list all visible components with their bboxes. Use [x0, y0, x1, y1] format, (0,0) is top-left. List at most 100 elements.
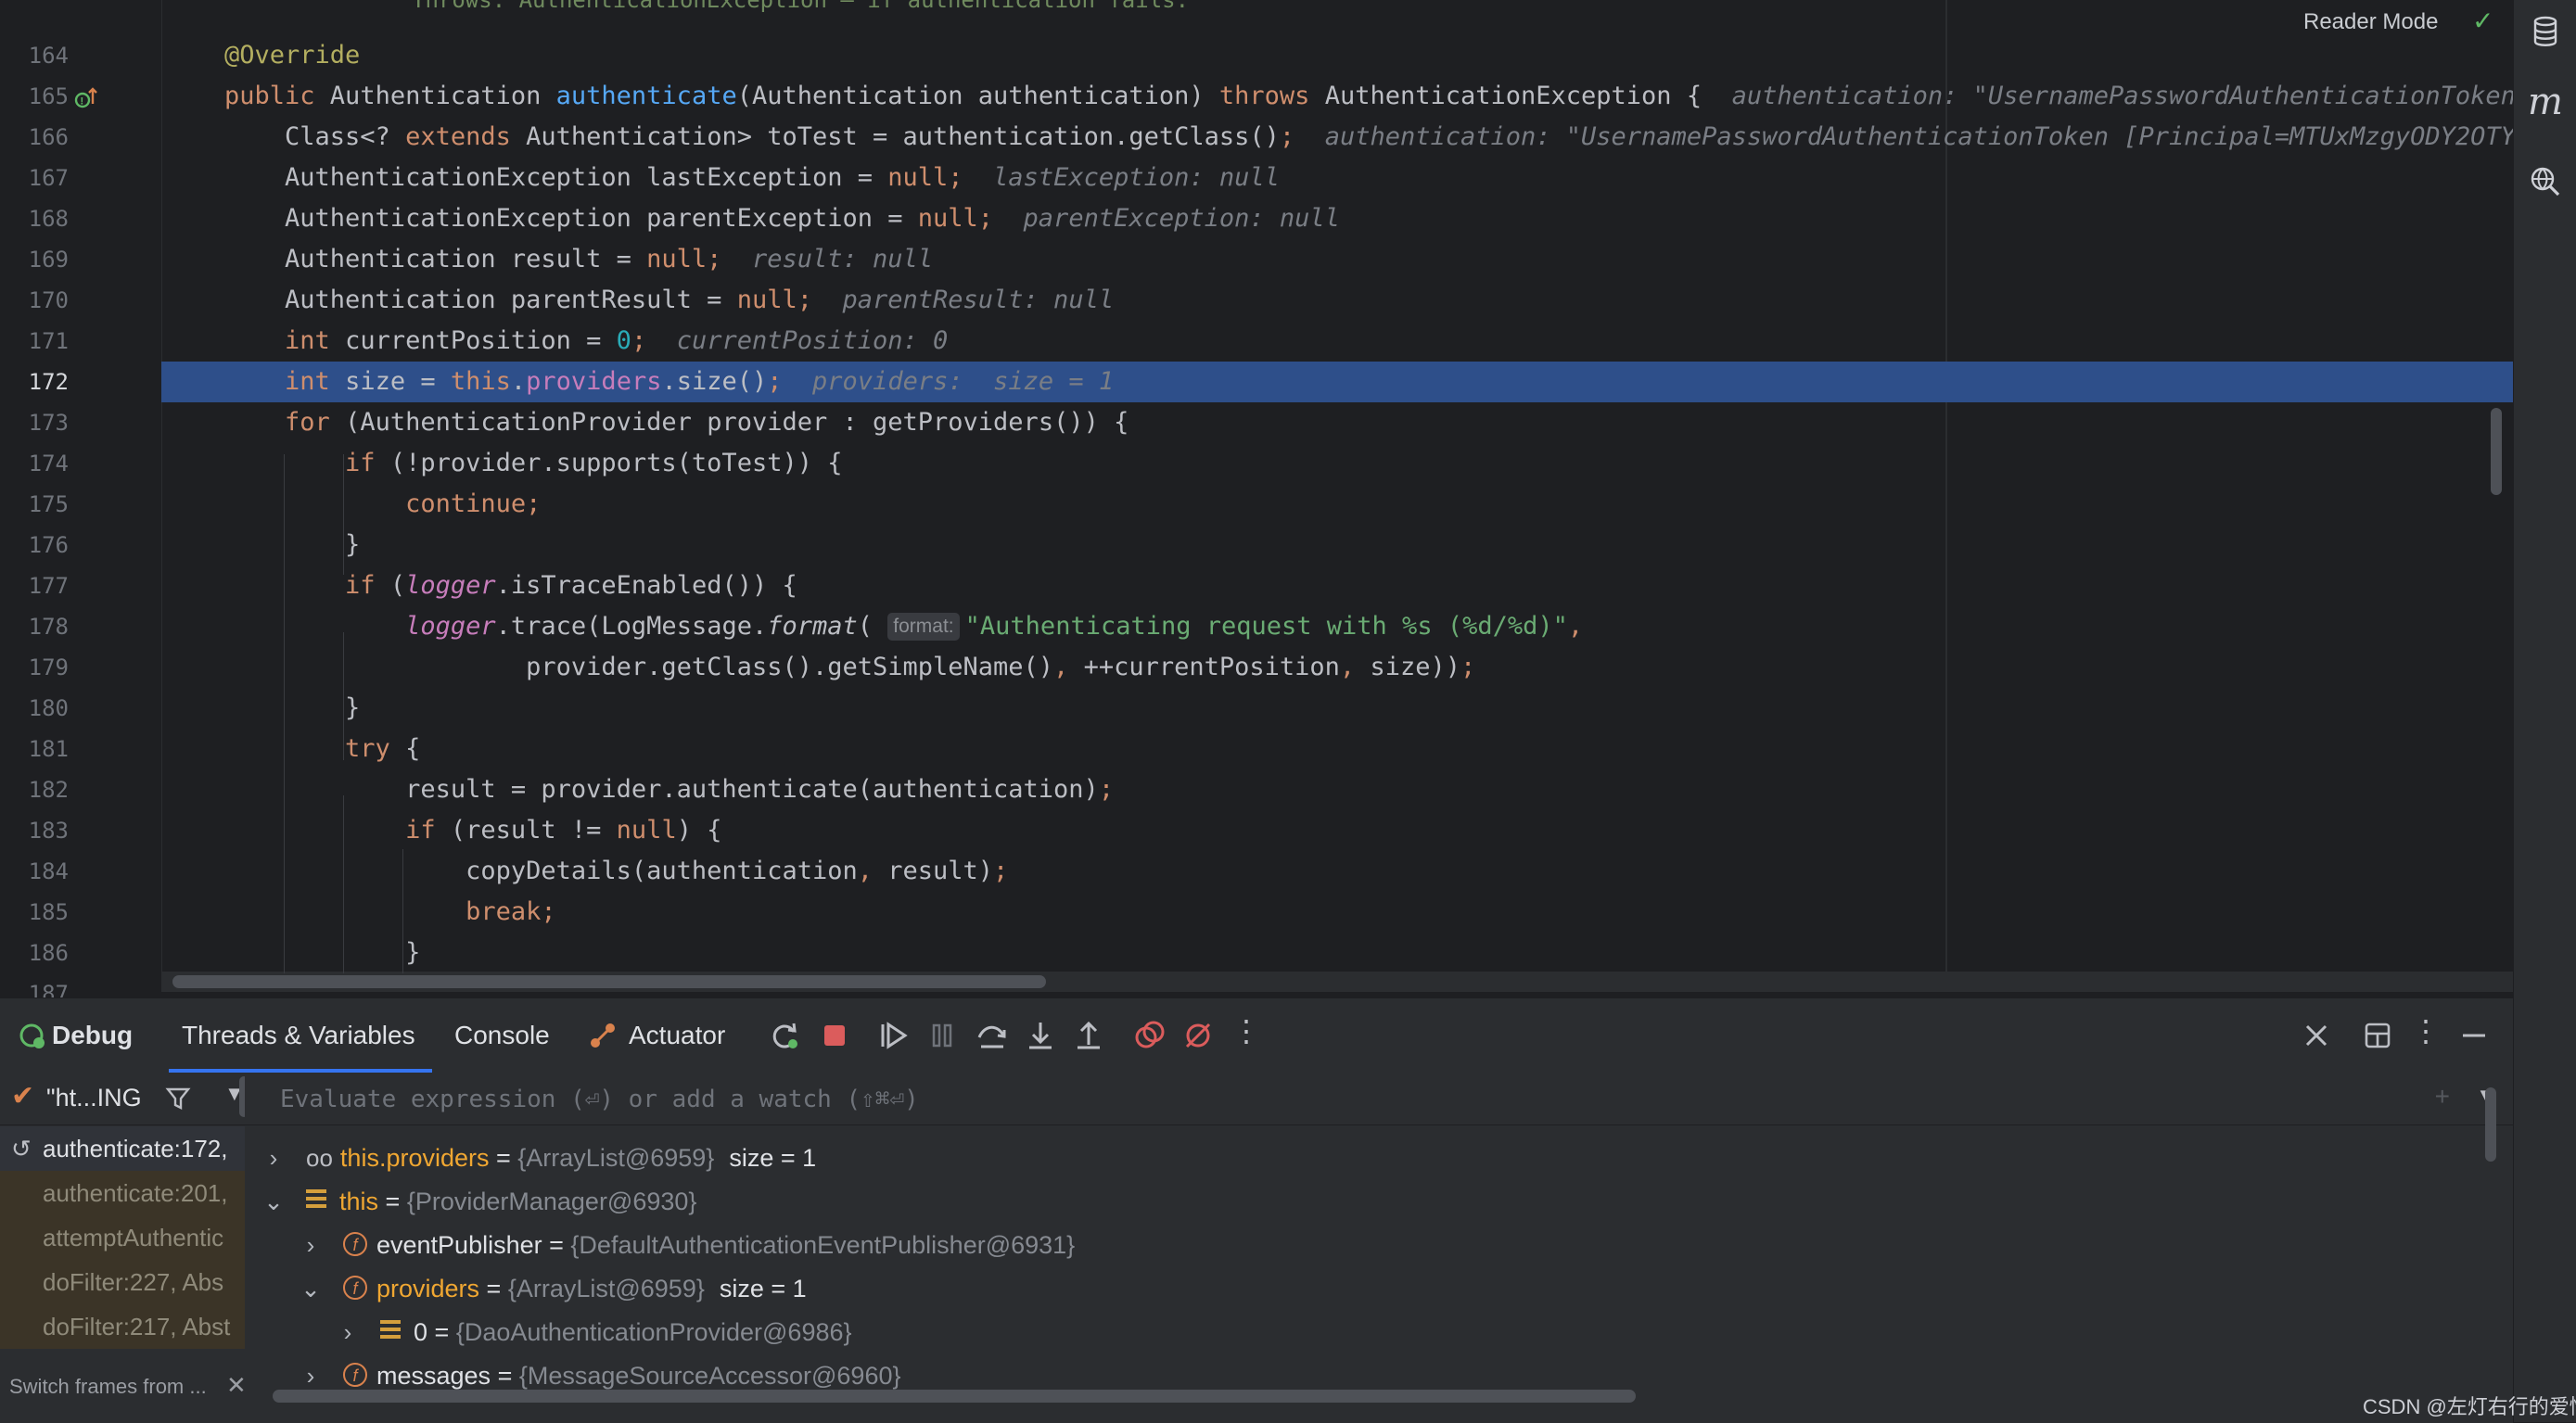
line-number[interactable]: 171 — [0, 321, 69, 362]
line-gutter[interactable]: 164 165 166 167 168 169 170 171 172 173 174 175 176 1… — [0, 0, 162, 997]
debug-bug-icon — [19, 1023, 45, 1048]
collapse-chevron-icon[interactable]: ⌄ — [260, 1179, 287, 1224]
line-number[interactable]: 180 — [0, 688, 69, 729]
line-number[interactable]: 179 — [0, 647, 69, 688]
stack-frame[interactable]: ↺ authenticate:172, — [0, 1126, 245, 1171]
code-line[interactable]: Authentication result = null; result: nu… — [161, 239, 2513, 280]
code-line[interactable]: result = provider.authenticate(authentic… — [161, 769, 2513, 810]
code-line[interactable]: provider.getClass().getSimpleName(), ++c… — [161, 647, 2513, 688]
variable-row[interactable]: ⌄ this = {ProviderManager@6930} — [245, 1179, 2476, 1224]
code-line[interactable]: AuthenticationException lastException = … — [161, 158, 2513, 198]
panel-options-icon[interactable]: ⋮ — [2409, 1013, 2442, 1048]
code-line[interactable]: continue; — [161, 484, 2513, 525]
code-line[interactable]: break; — [161, 892, 2513, 933]
line-number[interactable]: 184 — [0, 851, 69, 892]
code-line[interactable]: copyDetails(authentication, result); — [161, 851, 2513, 892]
variable-row[interactable]: › oo this.providers = {ArrayList@6959} size… — [245, 1136, 2476, 1180]
evaluate-expression-input[interactable] — [278, 1080, 2322, 1119]
mute-breakpoints-icon[interactable] — [1181, 1019, 1215, 1052]
expand-chevron-icon[interactable]: › — [334, 1310, 362, 1354]
filter-icon[interactable] — [165, 1086, 191, 1112]
line-number[interactable]: 164 — [0, 35, 69, 76]
line-number[interactable]: 183 — [0, 810, 69, 851]
minimize-icon[interactable] — [2457, 1019, 2491, 1052]
line-number[interactable]: 182 — [0, 769, 69, 810]
code-area[interactable]: Throws: AuthenticationException – if aut… — [161, 0, 2513, 983]
expand-chevron-icon[interactable]: › — [297, 1223, 325, 1267]
code-line[interactable]: if (!provider.supports(toTest)) { — [161, 443, 2513, 484]
stack-frame[interactable]: attemptAuthentic — [0, 1215, 245, 1260]
code-line[interactable]: } — [161, 525, 2513, 565]
code-line[interactable]: public Authentication authenticate(Authe… — [161, 76, 2513, 117]
variable-row[interactable]: › f eventPublisher = {DefaultAuthenticatio… — [245, 1223, 2476, 1267]
equals-sign: = — [489, 1144, 518, 1172]
code-line[interactable]: logger.trace(LogMessage.format( format: "… — [161, 606, 2513, 647]
code-line[interactable]: } — [161, 688, 2513, 729]
expand-chevron-icon[interactable]: › — [260, 1136, 287, 1180]
variables-horizontal-scrollbar[interactable] — [273, 1390, 1636, 1403]
line-number[interactable]: 174 — [0, 443, 69, 484]
variable-row[interactable]: ⌄ f providers = {ArrayList@6959} size = 1 — [245, 1266, 2476, 1311]
code-line[interactable]: Class<? extends Authentication> toTest =… — [161, 117, 2513, 158]
more-options-icon[interactable]: ⋮ — [1230, 1013, 1263, 1048]
resume-icon[interactable] — [877, 1019, 911, 1052]
view-breakpoints-icon[interactable] — [1133, 1019, 1167, 1052]
line-number[interactable]: 169 — [0, 239, 69, 280]
add-watch-icon[interactable]: + — [2435, 1082, 2450, 1112]
line-number[interactable]: 177 — [0, 565, 69, 606]
step-out-icon[interactable] — [1072, 1019, 1105, 1052]
stack-frame[interactable]: doFilter:227, Abs — [0, 1260, 245, 1304]
close-hint-icon[interactable]: ✕ — [226, 1371, 247, 1400]
web-search-icon[interactable] — [2527, 163, 2564, 200]
code-line[interactable] — [161, 973, 2513, 997]
variable-row[interactable]: › 0 = {DaoAuthenticationProvider@6986} — [245, 1310, 2476, 1354]
close-icon[interactable] — [2300, 1019, 2333, 1052]
line-number[interactable]: 175 — [0, 484, 69, 525]
code-line[interactable]: Authentication parentResult = null; pare… — [161, 280, 2513, 321]
code-line[interactable]: AuthenticationException parentException … — [161, 198, 2513, 239]
rerun-icon[interactable] — [768, 1019, 801, 1052]
line-number[interactable]: 166 — [0, 117, 69, 158]
override-method-icon[interactable]: ! — [74, 87, 98, 111]
stack-frame[interactable]: doFilter:217, Abst — [0, 1304, 245, 1349]
tab-threads-variables[interactable]: Threads & Variables — [182, 998, 415, 1073]
code-line[interactable]: for (AuthenticationProvider provider : g… — [161, 402, 2513, 443]
code-line[interactable]: @Override — [161, 35, 2513, 76]
line-number[interactable]: 170 — [0, 280, 69, 321]
line-number[interactable]: 165 — [0, 76, 69, 117]
code-line[interactable]: if (logger.isTraceEnabled()) { — [161, 565, 2513, 606]
maven-icon[interactable]: m — [2527, 83, 2564, 121]
code-editor[interactable]: 164 165 166 167 168 169 170 171 172 173 174 175 176 1… — [0, 0, 2513, 997]
step-into-icon[interactable] — [1024, 1019, 1057, 1052]
line-number[interactable]: 176 — [0, 525, 69, 565]
code-line[interactable]: } — [161, 933, 2513, 973]
stack-frame[interactable]: authenticate:201, — [0, 1171, 245, 1215]
line-number[interactable]: 178 — [0, 606, 69, 647]
tab-actuator[interactable]: Actuator — [629, 998, 725, 1073]
variables-vertical-scrollbar[interactable] — [2485, 1087, 2496, 1162]
thread-suspended-check-icon: ✔ — [11, 1081, 35, 1112]
line-number[interactable]: 185 — [0, 892, 69, 933]
tab-console[interactable]: Console — [454, 998, 550, 1073]
thread-selector[interactable]: ✔ "ht...ING ▼ — [0, 1073, 245, 1125]
debug-title[interactable]: Debug — [52, 998, 133, 1073]
line-number[interactable]: 186 — [0, 933, 69, 973]
thread-name[interactable]: "ht...ING — [46, 1084, 142, 1112]
line-number[interactable]: 167 — [0, 158, 69, 198]
equals-sign: = — [491, 1362, 519, 1390]
code-line[interactable]: if (result != null) { — [161, 810, 2513, 851]
line-number[interactable]: 181 — [0, 729, 69, 769]
code-line[interactable]: int currentPosition = 0; currentPosition… — [161, 321, 2513, 362]
pause-icon[interactable] — [925, 1019, 959, 1052]
line-number[interactable]: 173 — [0, 402, 69, 443]
current-execution-line[interactable]: int size = this.providers.size(); provid… — [161, 362, 2513, 402]
line-number[interactable]: 187 — [0, 973, 69, 997]
code-line[interactable]: try { — [161, 729, 2513, 769]
stop-icon[interactable] — [818, 1019, 851, 1052]
line-number[interactable]: 168 — [0, 198, 69, 239]
layout-icon[interactable] — [2361, 1019, 2394, 1052]
line-number[interactable]: 172 — [0, 362, 69, 402]
database-icon[interactable] — [2527, 13, 2564, 50]
step-over-icon[interactable] — [976, 1019, 1009, 1052]
collapse-chevron-icon[interactable]: ⌄ — [297, 1266, 325, 1311]
